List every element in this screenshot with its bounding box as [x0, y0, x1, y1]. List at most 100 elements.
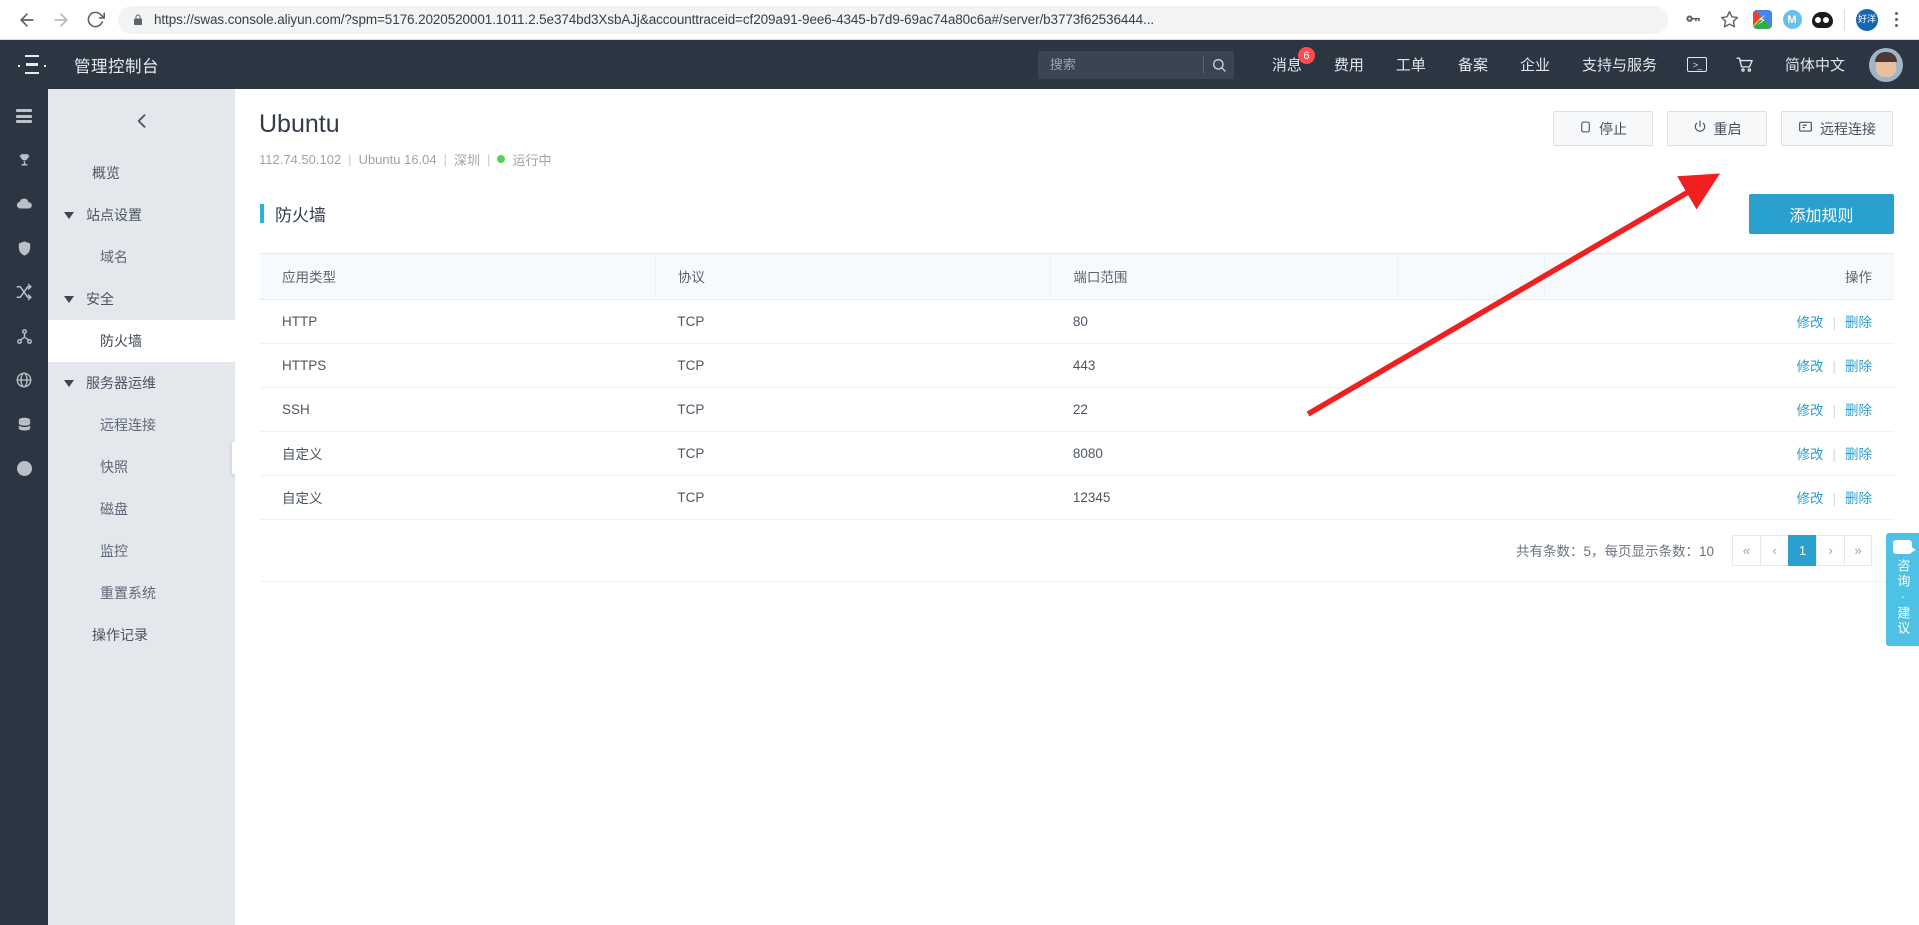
delete-link[interactable]: 删除 — [1845, 403, 1872, 418]
message-badge: 6 — [1297, 47, 1315, 64]
delete-link[interactable]: 删除 — [1845, 359, 1872, 374]
terminal-icon[interactable]: >_ — [1673, 40, 1721, 89]
back-arrow-icon[interactable] — [10, 3, 44, 37]
sidebar-item-firewall[interactable]: 防火墙 — [48, 320, 235, 362]
edit-link[interactable]: 修改 — [1796, 403, 1823, 418]
page-first-button[interactable]: « — [1732, 534, 1760, 566]
shopping-cart-icon[interactable] — [1721, 40, 1769, 89]
forward-arrow-icon[interactable] — [44, 3, 78, 37]
sidebar-item-monitor[interactable]: 监控 — [48, 530, 235, 572]
edit-link[interactable]: 修改 — [1796, 491, 1823, 506]
cell-operations: 修改 | 删除 — [1544, 475, 1894, 520]
omnibox[interactable]: https://swas.console.aliyun.com/?spm=517… — [118, 5, 1668, 34]
edit-link[interactable]: 修改 — [1796, 447, 1823, 462]
ops-divider: | — [1832, 491, 1836, 506]
nav-item-icp[interactable]: 备案 — [1442, 40, 1504, 89]
edit-link[interactable]: 修改 — [1796, 315, 1823, 330]
sidebar-collapse-button[interactable] — [48, 89, 235, 152]
add-rule-button[interactable]: 添加规则 — [1749, 193, 1894, 234]
restart-button[interactable]: 重启 — [1667, 111, 1767, 146]
remote-connect-label: 远程连接 — [1820, 120, 1876, 137]
delete-link[interactable]: 删除 — [1845, 491, 1872, 506]
chevron-down-icon — [64, 211, 74, 219]
sidebar-item-domain[interactable]: 域名 — [48, 236, 235, 278]
chrome-menu-icon[interactable] — [1883, 6, 1909, 34]
remote-desktop-icon — [1798, 120, 1813, 137]
nav-item-messages[interactable]: 消息 6 — [1256, 40, 1318, 89]
sidebar-group-site-settings[interactable]: 站点设置 — [48, 194, 235, 236]
search-box[interactable] — [1037, 50, 1234, 79]
aliyun-logo-icon[interactable] — [8, 55, 56, 74]
language-label: 简体中文 — [1784, 57, 1845, 74]
rail-trophy-icon[interactable] — [9, 145, 39, 175]
sidebar-item-label: 磁盘 — [100, 501, 128, 517]
instance-header-text: Ubuntu 112.74.50.102 | Ubuntu 16.04 | 深圳… — [259, 110, 551, 169]
sidebar-item-operation-log[interactable]: 操作记录 — [48, 614, 235, 656]
consult-tab[interactable]: 咨询·建议 — [1886, 533, 1919, 646]
sidebar-item-reset-system[interactable]: 重置系统 — [48, 572, 235, 614]
avatar[interactable] — [1869, 47, 1903, 82]
sidebar-item-remote-connect[interactable]: 远程连接 — [48, 404, 235, 446]
bookmark-star-icon[interactable] — [1712, 3, 1746, 37]
delete-link[interactable]: 删除 — [1845, 315, 1872, 330]
sidebar-group-server-ops[interactable]: 服务器运维 — [48, 362, 235, 404]
nav-label: 备案 — [1457, 57, 1488, 74]
nav-item-enterprise[interactable]: 企业 — [1504, 40, 1566, 89]
table-row: HTTPS TCP 443 修改 | 删除 — [260, 343, 1894, 388]
sidebar-item-label: 站点设置 — [86, 207, 142, 223]
sidebar-group-security[interactable]: 安全 — [48, 278, 235, 320]
sidebar-item-snapshot[interactable]: 快照 — [48, 446, 235, 488]
page-last-button[interactable]: » — [1844, 534, 1872, 566]
google-maps-extension-icon[interactable]: ⚡ — [1748, 6, 1776, 34]
pagination: « ‹ 1 › » — [1732, 534, 1872, 566]
rail-database-icon[interactable] — [9, 409, 39, 439]
cell-protocol: TCP — [655, 431, 1051, 476]
panel-header: 防火墙 添加规则 — [260, 193, 1894, 234]
chat-bubble-icon — [1893, 540, 1916, 554]
panel-title: 防火墙 — [260, 201, 326, 226]
reload-icon[interactable] — [78, 3, 112, 37]
password-key-icon[interactable] — [1676, 3, 1710, 37]
m-extension-icon[interactable]: M — [1778, 6, 1806, 34]
remote-connect-button[interactable]: 远程连接 — [1781, 111, 1893, 146]
eyes-extension-icon[interactable] — [1808, 6, 1836, 34]
cell-operations: 修改 | 删除 — [1544, 431, 1894, 476]
table-row: 自定义 TCP 12345 修改 | 删除 — [260, 475, 1894, 520]
sidebar-item-disk[interactable]: 磁盘 — [48, 488, 235, 530]
instance-meta: 112.74.50.102 | Ubuntu 16.04 | 深圳 | 运行中 — [259, 150, 551, 169]
cell-app-type: 自定义 — [260, 475, 656, 520]
rail-shield-icon[interactable] — [9, 233, 39, 263]
search-icon[interactable] — [1203, 57, 1233, 73]
nav-item-tickets[interactable]: 工单 — [1380, 40, 1442, 89]
accent-bar — [260, 204, 264, 223]
rail-globe-icon[interactable] — [9, 365, 39, 395]
sidebar-item-overview[interactable]: 概览 — [48, 152, 235, 194]
stop-button[interactable]: 停止 — [1553, 111, 1653, 146]
cell-protocol: TCP — [655, 475, 1051, 520]
url-text: https://swas.console.aliyun.com/?spm=517… — [154, 12, 1155, 27]
console-title: 管理控制台 — [74, 57, 159, 76]
column-app-type: 应用类型 — [260, 252, 656, 300]
language-selector[interactable]: 简体中文 — [1769, 40, 1861, 89]
page-prev-button[interactable]: ‹ — [1760, 534, 1788, 566]
rail-network-icon[interactable] — [9, 321, 39, 351]
nav-item-billing[interactable]: 费用 — [1318, 40, 1380, 89]
browser-toolbar: https://swas.console.aliyun.com/?spm=517… — [0, 0, 1919, 40]
rail-cloud-icon[interactable] — [9, 189, 39, 219]
search-input[interactable] — [1037, 57, 1203, 72]
delete-link[interactable]: 删除 — [1845, 447, 1872, 462]
cell-protocol: TCP — [655, 387, 1051, 432]
haoyang-profile-icon[interactable]: 好洋 — [1853, 6, 1881, 34]
nav-item-support[interactable]: 支持与服务 — [1566, 40, 1673, 89]
rail-menu-icon[interactable] — [9, 101, 39, 131]
m-glyph: M — [1782, 10, 1802, 29]
status-dot-icon — [497, 155, 506, 163]
rail-circle-icon[interactable] — [9, 453, 39, 483]
rail-shuffle-icon[interactable] — [9, 277, 39, 307]
page-next-button[interactable]: › — [1816, 534, 1844, 566]
ops-divider: | — [1832, 447, 1836, 462]
sidebar-item-label: 安全 — [86, 291, 114, 307]
edit-link[interactable]: 修改 — [1796, 359, 1823, 374]
page-number-1[interactable]: 1 — [1788, 534, 1816, 566]
cell-port-range: 443 — [1050, 343, 1398, 388]
